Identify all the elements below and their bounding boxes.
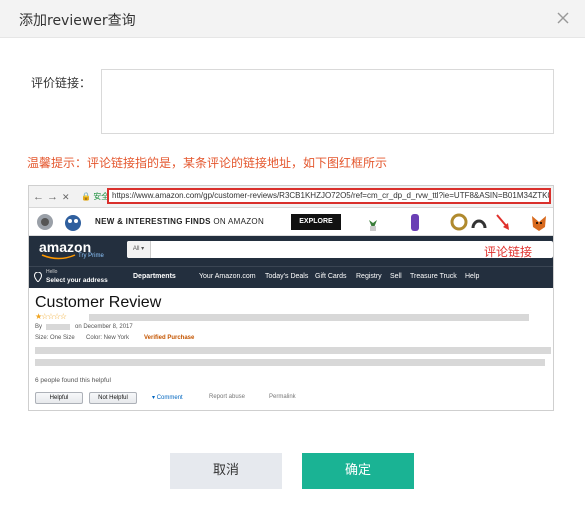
confirm-button[interactable]: 确定 xyxy=(302,453,414,489)
comment-link: ▾ Comment xyxy=(152,395,183,401)
blurred-review-line xyxy=(35,359,545,366)
helpful-count: 6 people found this helpful xyxy=(35,377,111,384)
promo-text-bold: NEW & INTERESTING FINDS xyxy=(95,217,211,226)
amazon-smile-icon xyxy=(41,254,76,260)
nav-link: Sell xyxy=(390,273,402,280)
nav-link: Treasure Truck xyxy=(410,273,457,280)
ring-icon xyxy=(450,213,468,231)
helpful-button: Helpful xyxy=(35,392,83,404)
blurred-text xyxy=(89,314,529,321)
nav-link: Your Amazon.com xyxy=(199,273,256,280)
close-button[interactable] xyxy=(553,8,573,28)
fox-icon xyxy=(532,216,546,231)
review-date: on December 8, 2017 xyxy=(75,324,133,330)
blurred-review-line xyxy=(35,347,551,354)
amazon-header: amazon Try Prime All ▾ xyxy=(29,236,553,266)
dialog-title: 添加reviewer查询 xyxy=(19,13,136,29)
example-screenshot: ← → ✕ 🔒 安全 https://www.amazon.com/gp/cus… xyxy=(28,185,554,411)
report-abuse-link: Report abuse xyxy=(209,394,246,400)
review-link-annotation: 评论链接 xyxy=(484,245,533,259)
url-highlight-box: https://www.amazon.com/gp/customer-revie… xyxy=(107,188,551,204)
nav-hello: Hello xyxy=(46,269,58,275)
review-link-input[interactable] xyxy=(101,69,554,134)
location-pin-icon xyxy=(34,272,42,282)
review-title: Customer Review xyxy=(35,294,162,311)
amazon-nav: Hello Select your address Departments Yo… xyxy=(29,266,553,288)
nav-link: Today's Deals xyxy=(265,273,309,280)
horseshoe-icon xyxy=(471,219,487,229)
explore-button: EXPLORE xyxy=(291,214,341,230)
close-icon[interactable] xyxy=(553,8,573,28)
stop-icon: ✕ xyxy=(62,192,70,202)
comment-link-label: Comment xyxy=(156,395,183,401)
nav-link: Gift Cards xyxy=(315,273,347,280)
review-color: Color: New York xyxy=(86,335,130,341)
review-size: Size: One Size xyxy=(35,335,75,341)
promo-text-normal: ON AMAZON xyxy=(210,217,265,226)
permalink-link: Permalink xyxy=(269,394,296,400)
nav-link: Help xyxy=(465,273,480,280)
star-rating: ★☆☆☆☆ xyxy=(35,312,67,321)
cancel-button[interactable]: 取消 xyxy=(170,453,282,489)
back-icon: ← xyxy=(33,191,44,203)
not-helpful-button: Not Helpful xyxy=(89,392,137,404)
nav-link: Registry xyxy=(356,273,382,280)
secure-badge: 🔒 安全 xyxy=(81,192,110,201)
promo-banner: NEW & INTERESTING FINDS ON AMAZON EXPLOR… xyxy=(29,208,553,236)
blurred-author xyxy=(46,324,70,330)
dialog-header: 添加reviewer查询 xyxy=(0,0,585,38)
round-creature-icon xyxy=(65,215,81,231)
purple-toy-icon xyxy=(411,214,419,231)
gear-knight-icon xyxy=(37,214,53,230)
browser-toolbar: ← → ✕ 🔒 安全 https://www.amazon.com/gp/cus… xyxy=(29,186,553,208)
nav-departments: Departments xyxy=(133,273,176,280)
url-text: https://www.amazon.com/gp/customer-revie… xyxy=(112,191,551,200)
plant-icon xyxy=(369,220,377,231)
promo-text: NEW & INTERESTING FINDS ON AMAZON xyxy=(95,217,264,226)
red-arrow-icon xyxy=(496,214,509,230)
verified-purchase: Verified Purchase xyxy=(144,335,195,341)
nav-select-address: Select your address xyxy=(46,277,108,284)
hint-text: 温馨提示：评论链接指的是，某条评论的链接地址，如下图红框所示 xyxy=(27,156,388,170)
review-link-label: 评价链接： xyxy=(31,76,92,90)
search-category: All ▾ xyxy=(127,241,151,258)
try-prime-label: Try Prime xyxy=(78,253,104,259)
forward-icon: → xyxy=(47,191,58,203)
review-by: By xyxy=(35,324,43,330)
